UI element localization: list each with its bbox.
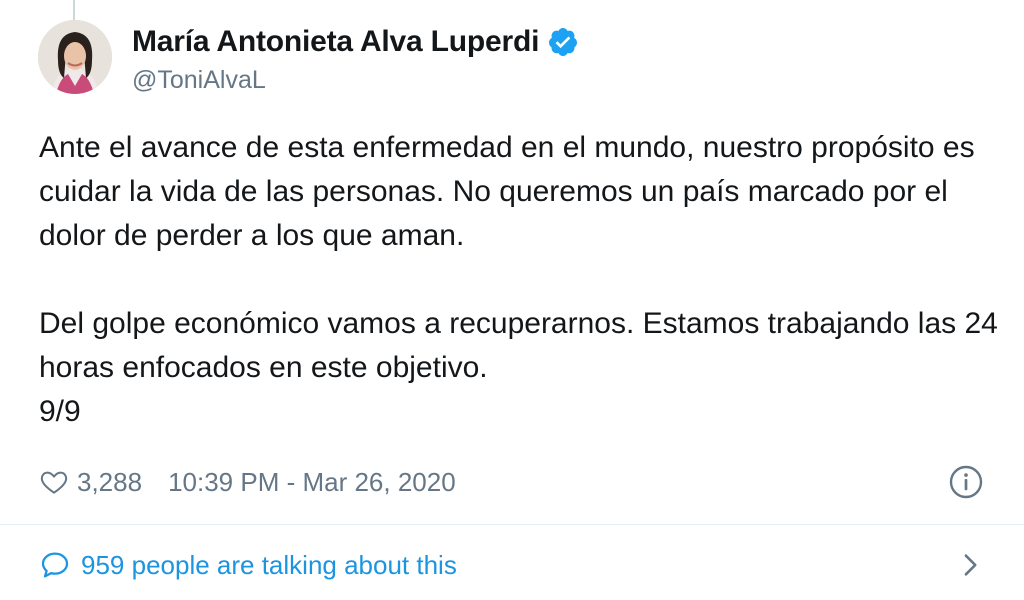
avatar-image (38, 20, 112, 94)
talking-about-text: 959 people are talking about this (81, 549, 457, 580)
conversation-link[interactable]: 959 people are talking about this (39, 545, 984, 585)
tweet-paragraph-3: 9/9 (39, 395, 81, 428)
name-row: María Antonieta Alva Luperdi (132, 22, 579, 62)
divider (0, 524, 1024, 525)
author-display-name[interactable]: María Antonieta Alva Luperdi (132, 25, 539, 59)
thread-connector-line (73, 0, 75, 20)
tweet-paragraph-2: Del golpe económico vamos a recuperarnos… (39, 307, 998, 384)
avatar[interactable] (38, 20, 112, 94)
info-icon[interactable] (948, 464, 984, 500)
tweet-text: Ante el avance de esta enfermedad en el … (39, 126, 999, 434)
heart-icon (39, 467, 69, 497)
chevron-right-icon[interactable] (956, 551, 984, 579)
author-handle[interactable]: @ToniAlvaL (132, 66, 579, 95)
tweet-paragraph-1: Ante el avance de esta enfermedad en el … (39, 131, 975, 252)
like-button[interactable]: 3,288 (39, 467, 142, 498)
verified-badge-icon (547, 26, 579, 58)
tweet-timestamp[interactable]: 10:39 PM - Mar 26, 2020 (168, 467, 456, 498)
tweet-meta-row: 3,288 10:39 PM - Mar 26, 2020 (39, 462, 984, 502)
tweet-header: María Antonieta Alva Luperdi @ToniAlvaL (132, 22, 579, 95)
like-count: 3,288 (77, 466, 143, 497)
comment-icon (39, 549, 71, 581)
